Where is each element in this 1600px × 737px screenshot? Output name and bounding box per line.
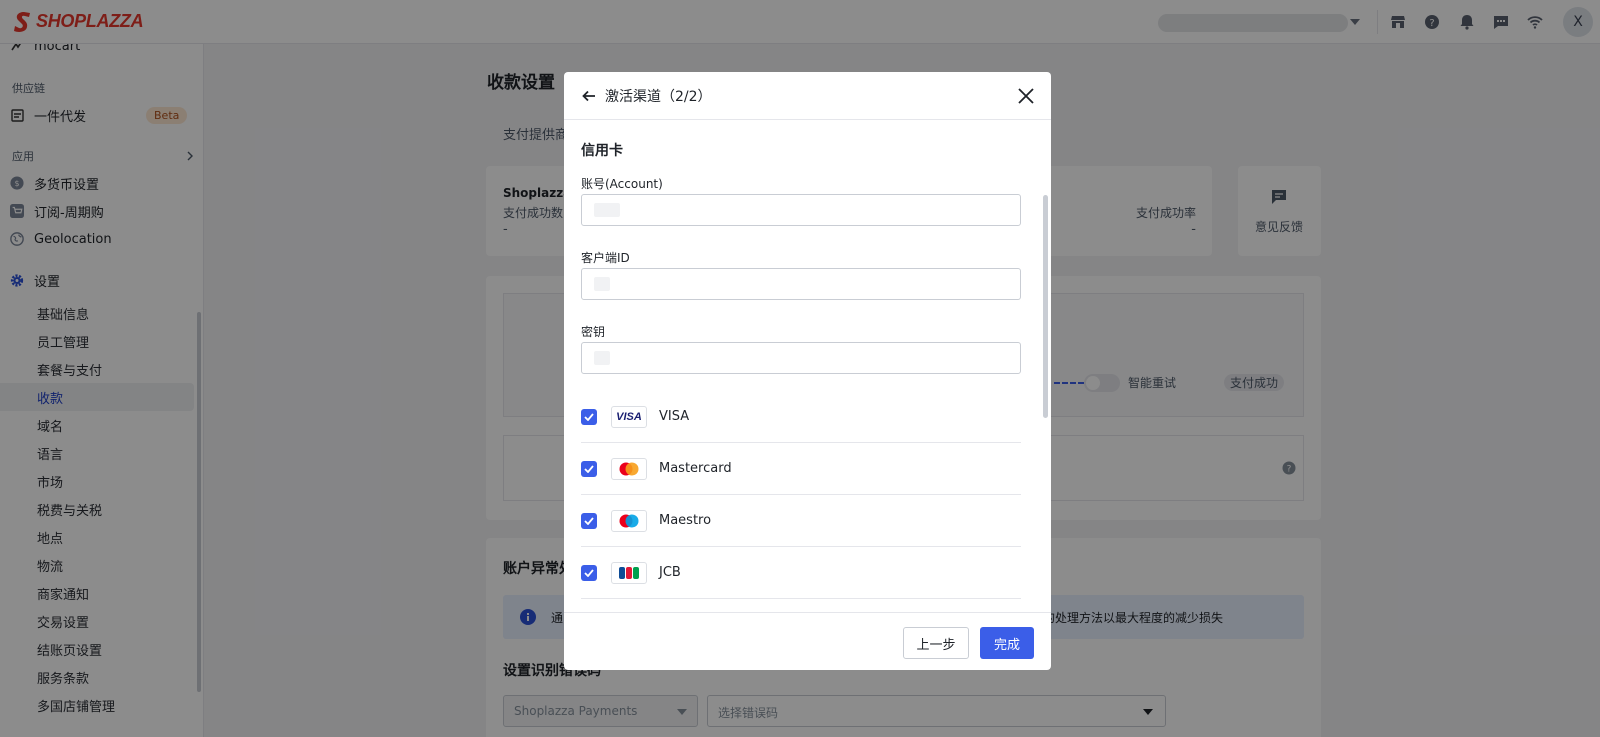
check-icon — [584, 412, 594, 421]
check-icon — [584, 568, 594, 577]
client-id-label: 客户端ID — [581, 251, 630, 265]
checkbox-checked[interactable] — [581, 564, 597, 581]
activate-channel-modal: 激活渠道（2/2） 信用卡 账号(Account) 客户端ID 密钥 VISA … — [564, 72, 1051, 670]
card-option-visa[interactable]: VISA VISA — [581, 391, 1021, 443]
card-name: JCB — [659, 565, 681, 580]
account-input[interactable] — [581, 194, 1021, 226]
card-name: Maestro — [659, 513, 712, 528]
done-button[interactable]: 完成 — [980, 627, 1034, 659]
card-name: VISA — [659, 409, 690, 424]
modal-title: 激活渠道（2/2） — [605, 88, 712, 105]
secret-input[interactable] — [581, 342, 1021, 374]
masked-value — [594, 203, 620, 217]
section-title: 信用卡 — [581, 143, 623, 159]
maestro-logo-icon — [611, 509, 647, 532]
arrow-left-icon[interactable] — [581, 88, 597, 104]
modal-header: 激活渠道（2/2） — [564, 72, 1051, 120]
mastercard-logo-icon — [611, 457, 647, 480]
card-option-maestro[interactable]: Maestro — [581, 495, 1021, 547]
modal-body: 信用卡 账号(Account) 客户端ID 密钥 VISA VISA Maste… — [564, 121, 1051, 611]
previous-step-button[interactable]: 上一步 — [903, 627, 969, 659]
close-icon[interactable] — [1017, 87, 1035, 105]
card-option-mastercard[interactable]: Mastercard — [581, 443, 1021, 495]
modal-footer: 上一步 完成 — [564, 612, 1051, 670]
modal-scrollbar[interactable] — [1043, 195, 1048, 418]
secret-label: 密钥 — [581, 325, 606, 339]
masked-value — [594, 277, 610, 291]
checkbox-checked[interactable] — [581, 460, 597, 477]
card-name: Mastercard — [659, 461, 732, 476]
checkbox-checked[interactable] — [581, 408, 597, 425]
jcb-logo-icon — [611, 561, 647, 584]
card-option-jcb[interactable]: JCB — [581, 547, 1021, 599]
account-label: 账号(Account) — [581, 177, 663, 191]
visa-logo-icon: VISA — [611, 405, 647, 428]
check-icon — [584, 516, 594, 525]
masked-value — [594, 351, 610, 365]
client-id-input[interactable] — [581, 268, 1021, 300]
checkbox-checked[interactable] — [581, 512, 597, 529]
check-icon — [584, 464, 594, 473]
